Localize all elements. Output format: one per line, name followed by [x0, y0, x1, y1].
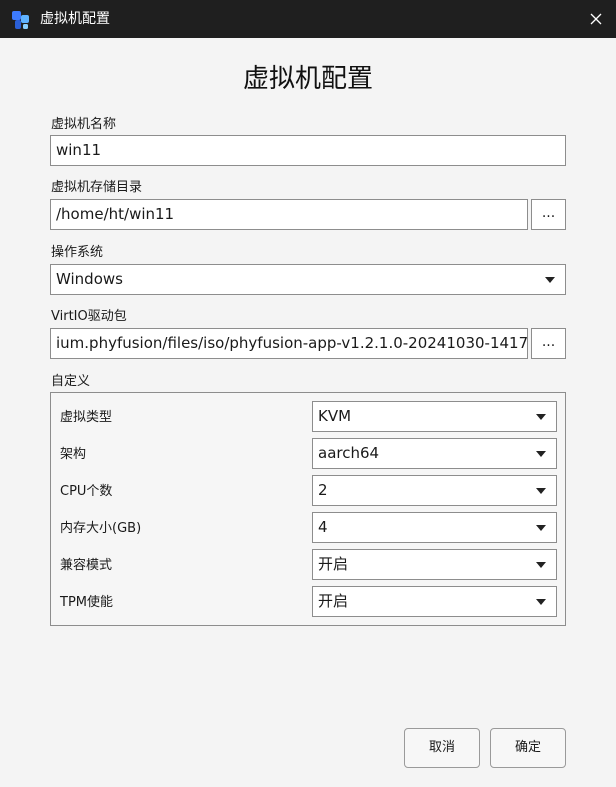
cpu-count-label: CPU个数 [60, 484, 113, 499]
virt-type-label: 虚拟类型 [60, 410, 113, 425]
storage-dir-input[interactable]: /home/ht/win11 [50, 199, 528, 230]
storage-dir-browse-button[interactable]: ... [531, 199, 566, 230]
tpm-value: 开启 [318, 592, 349, 610]
chevron-down-icon [536, 599, 546, 605]
virtio-label: VirtIO驱动包 [51, 309, 127, 324]
virtio-path-input[interactable]: ium.phyfusion/files/iso/phyfusion-app-v1… [50, 328, 528, 359]
chevron-down-icon [536, 414, 546, 420]
os-label: 操作系统 [51, 245, 104, 260]
compat-mode-select[interactable]: 开启 [312, 549, 557, 580]
custom-group: 虚拟类型 KVM 架构 aarch64 CPU个数 2 内存大小(GB) 4 兼… [50, 392, 566, 626]
cpu-count-value: 2 [318, 481, 328, 499]
memory-size-select[interactable]: 4 [312, 512, 557, 543]
virt-type-value: KVM [318, 407, 352, 425]
ok-button[interactable]: 确定 [490, 728, 566, 768]
os-select[interactable]: Windows [50, 264, 566, 295]
memory-size-label: 内存大小(GB) [60, 521, 142, 536]
close-icon [590, 13, 602, 25]
virt-type-select[interactable]: KVM [312, 401, 557, 432]
chevron-down-icon [545, 277, 555, 283]
dialog-heading: 虚拟机配置 [242, 64, 373, 94]
os-select-value: Windows [56, 270, 123, 288]
arch-value: aarch64 [318, 444, 380, 462]
compat-mode-label: 兼容模式 [60, 558, 113, 573]
app-logo-icon [12, 11, 29, 29]
custom-group-label: 自定义 [51, 374, 91, 389]
cancel-button[interactable]: 取消 [404, 728, 480, 768]
chevron-down-icon [536, 451, 546, 457]
cpu-count-select[interactable]: 2 [312, 475, 557, 506]
virtio-browse-button[interactable]: ... [531, 328, 566, 359]
arch-label: 架构 [60, 447, 87, 462]
compat-mode-value: 开启 [318, 555, 349, 573]
memory-size-value: 4 [318, 518, 328, 536]
close-button[interactable] [576, 0, 616, 38]
arch-select[interactable]: aarch64 [312, 438, 557, 469]
tpm-select[interactable]: 开启 [312, 586, 557, 617]
vm-name-label: 虚拟机名称 [51, 117, 117, 132]
tpm-label: TPM使能 [60, 595, 113, 610]
vm-name-input[interactable]: win11 [50, 135, 566, 166]
chevron-down-icon [536, 562, 546, 568]
title-bar: 虚拟机配置 [0, 0, 616, 38]
chevron-down-icon [536, 488, 546, 494]
chevron-down-icon [536, 525, 546, 531]
storage-dir-label: 虚拟机存储目录 [51, 180, 143, 195]
window-title: 虚拟机配置 [40, 11, 110, 27]
